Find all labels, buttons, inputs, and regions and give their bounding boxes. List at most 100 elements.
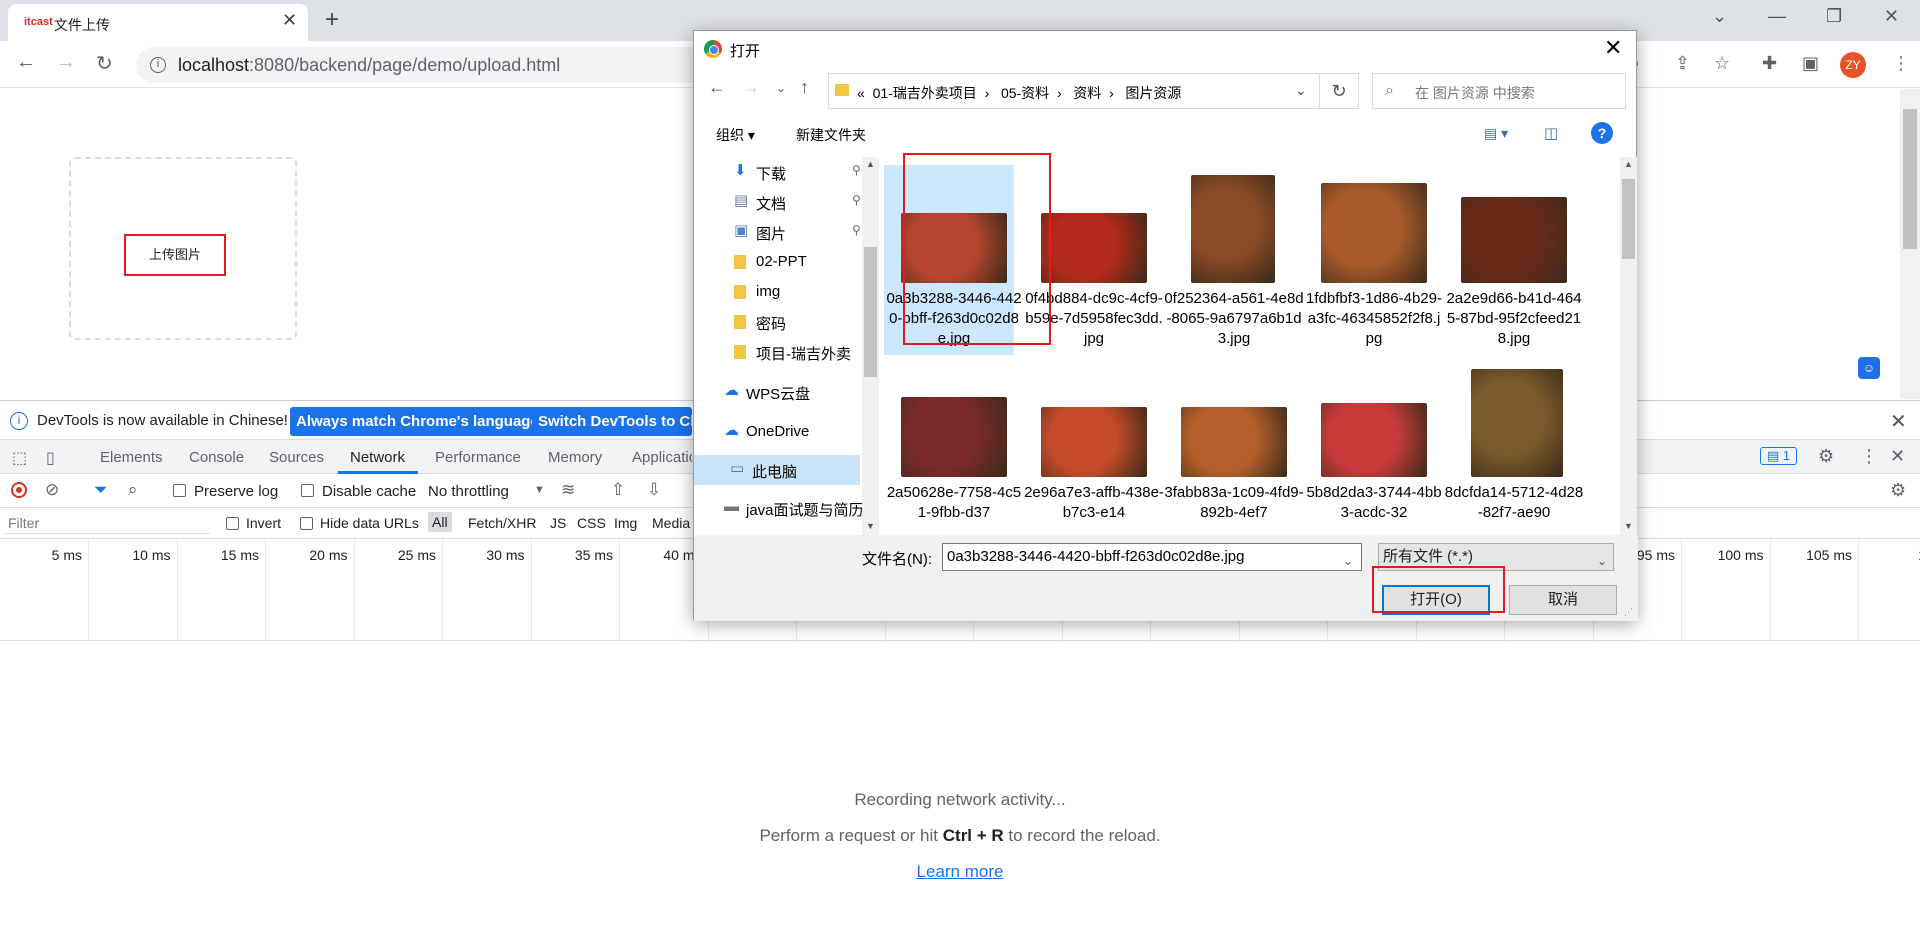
nav-item[interactable]: ▤ 文档 ⚲ — [694, 187, 861, 217]
learn-more-link[interactable]: Learn more — [0, 862, 1920, 882]
resize-grip-icon[interactable]: ⋰ — [1624, 607, 1633, 618]
reload-icon[interactable]: ↻ — [96, 51, 113, 76]
breadcrumb-item[interactable]: 图片资源 — [1125, 85, 1181, 101]
breadcrumb-item[interactable]: 01-瑞吉外卖项目 — [873, 85, 977, 101]
inspect-icon[interactable]: ⬚ — [12, 448, 27, 468]
file-item[interactable]: 5b8d2da3-3744-4bb3-acdc-32 — [1304, 359, 1442, 535]
export-har-icon[interactable]: ⇩ — [647, 480, 661, 500]
nav-item[interactable]: ⬇ 下载 ⚲ — [694, 157, 861, 187]
nav-item[interactable]: 02-PPT — [694, 247, 860, 277]
more-options-icon[interactable]: ⋮ — [1860, 446, 1878, 467]
hide-data-urls-checkbox[interactable] — [300, 517, 313, 530]
browser-tab[interactable]: itcast 文件上传 ✕ — [8, 4, 308, 41]
filename-input[interactable]: 0a3b3288-3446-4420-bbff-f263d0c02d8e.jpg… — [942, 543, 1362, 571]
filter-icon[interactable]: ⏷ — [94, 480, 108, 500]
upload-image-button[interactable]: 上传图片 — [124, 234, 226, 276]
tab-network[interactable]: Network — [350, 449, 405, 466]
tab-sources[interactable]: Sources — [269, 449, 324, 466]
close-info-icon[interactable]: ✕ — [1890, 409, 1907, 434]
throttling-dropdown-icon[interactable]: ▼ — [534, 484, 545, 496]
profile-avatar[interactable]: ZY — [1840, 52, 1866, 78]
cancel-button[interactable]: 取消 — [1509, 585, 1617, 615]
share-icon[interactable]: ⇪ — [1675, 53, 1690, 74]
filter-media[interactable]: Media — [652, 515, 690, 531]
preview-pane-icon[interactable]: ◫ — [1544, 124, 1558, 142]
file-item[interactable]: 2e96a7e3-affb-438e-b7c3-e14 — [1024, 359, 1164, 535]
nav-item[interactable]: ▬ java面试题与简历 — [694, 493, 864, 523]
menu-icon[interactable]: ⋮ — [1892, 53, 1910, 74]
tab-application[interactable]: Application — [632, 449, 692, 466]
tab-close-icon[interactable]: ✕ — [282, 10, 297, 31]
match-language-button[interactable]: Always match Chrome's language — [290, 407, 545, 436]
nav-item[interactable]: ▣ 图片 ⚲ — [694, 217, 861, 247]
settings-gear-icon[interactable]: ⚙ — [1818, 446, 1834, 467]
nav-item[interactable]: 项目-瑞吉外卖 — [694, 337, 860, 367]
scroll-up-icon[interactable]: ▲ — [1624, 159, 1633, 169]
network-settings-icon[interactable]: ⚙ — [1890, 480, 1906, 501]
import-har-icon[interactable]: ⇧ — [611, 480, 625, 500]
file-item[interactable]: 0f252364-a561-4e8d-8065-9a6797a6b1d3.jpg — [1164, 165, 1304, 355]
switch-language-button[interactable]: Switch DevTools to Chinese — [532, 407, 692, 436]
filetype-dropdown-icon[interactable]: ⌄ — [1597, 548, 1607, 574]
assistant-icon[interactable]: ☺ — [1858, 357, 1880, 379]
breadcrumb-item[interactable]: 资料 — [1073, 85, 1101, 101]
side-panel-icon[interactable]: ▣ — [1802, 53, 1819, 74]
scroll-down-icon[interactable]: ▼ — [866, 521, 875, 531]
filter-fetch-xhr[interactable]: Fetch/XHR — [468, 515, 536, 531]
file-item[interactable]: 3fabb83a-1c09-4fd9-892b-4ef7 — [1164, 359, 1304, 535]
files-scrollbar[interactable]: ▲ ▼ — [1620, 157, 1637, 535]
window-close-icon[interactable]: ✕ — [1884, 6, 1899, 27]
breadcrumb-overflow[interactable]: « — [857, 85, 865, 101]
nav-item[interactable]: ☁ WPS云盘 — [694, 377, 860, 407]
throttling-select[interactable]: No throttling — [428, 483, 509, 500]
view-options-icon[interactable]: ▤ ▾ — [1484, 125, 1508, 142]
nav-item[interactable]: 密码 — [694, 307, 860, 337]
tab-elements[interactable]: Elements — [100, 449, 163, 466]
filter-input[interactable]: Filter — [4, 512, 210, 534]
invert-checkbox[interactable] — [226, 517, 239, 530]
breadcrumb-item[interactable]: 05-资料 — [1001, 85, 1049, 101]
recent-locations-icon[interactable]: ⌄ — [776, 81, 786, 95]
file-item[interactable]: 8dcfda14-5712-4d28-82f7-ae90 — [1444, 359, 1583, 535]
files-scroll-thumb[interactable] — [1622, 179, 1635, 259]
site-info-icon[interactable]: i — [150, 57, 166, 73]
filename-dropdown-icon[interactable]: ⌄ — [1343, 548, 1353, 574]
scroll-thumb[interactable] — [1903, 109, 1917, 249]
filter-all[interactable]: All — [428, 512, 452, 532]
extensions-icon[interactable]: ✚ — [1762, 53, 1777, 74]
back-icon[interactable]: ← — [16, 51, 36, 74]
tab-console[interactable]: Console — [189, 449, 244, 466]
filter-img[interactable]: Img — [614, 515, 637, 531]
disable-cache-checkbox[interactable] — [301, 484, 314, 497]
bookmark-star-icon[interactable]: ☆ — [1714, 53, 1730, 74]
issues-badge[interactable]: ▤ 1 — [1760, 447, 1798, 465]
page-scrollbar[interactable] — [1900, 89, 1920, 399]
file-item[interactable]: 2a50628e-7758-4c51-9fbb-d37 — [884, 359, 1021, 535]
nav-item[interactable]: img — [694, 277, 860, 307]
device-toolbar-icon[interactable]: ▯ — [46, 448, 55, 468]
network-conditions-icon[interactable]: ≋ — [561, 480, 575, 500]
forward-icon[interactable]: → — [56, 51, 76, 74]
path-dropdown-icon[interactable]: ⌄ — [1295, 82, 1307, 99]
file-item[interactable]: 1fdbfbf3-1d86-4b29-a3fc-46345852f2f8.jpg — [1304, 165, 1442, 355]
minimize-icon[interactable]: — — [1768, 6, 1786, 27]
record-icon[interactable] — [11, 482, 27, 498]
filter-css[interactable]: CSS — [577, 515, 606, 531]
restore-icon[interactable]: ❐ — [1826, 6, 1842, 27]
help-icon[interactable]: ? — [1591, 122, 1613, 144]
close-devtools-icon[interactable]: ✕ — [1890, 446, 1905, 467]
organize-button[interactable]: 组织 ▾ — [716, 125, 755, 145]
search-icon[interactable]: ⌕ — [128, 480, 138, 500]
path-breadcrumb[interactable]: « 01-瑞吉外卖项目 › 05-资料 › 资料 › 图片资源 ⌄ — [828, 73, 1320, 109]
filter-js[interactable]: JS — [550, 515, 566, 531]
preserve-log-checkbox[interactable] — [173, 484, 186, 497]
file-item[interactable]: 2a2e9d66-b41d-4645-87bd-95f2cfeed218.jpg — [1444, 165, 1582, 355]
scroll-down-icon[interactable]: ▼ — [1624, 521, 1633, 531]
dialog-back-icon[interactable]: ← — [708, 77, 726, 98]
tab-memory[interactable]: Memory — [548, 449, 602, 466]
nav-item[interactable]: ☁ OneDrive — [694, 417, 860, 447]
dialog-close-icon[interactable]: ✕ — [1604, 35, 1622, 61]
dialog-forward-icon[interactable]: → — [742, 77, 760, 98]
nav-item[interactable]: ▭ 此电脑 — [694, 455, 860, 485]
new-tab-icon[interactable]: + — [325, 6, 339, 34]
